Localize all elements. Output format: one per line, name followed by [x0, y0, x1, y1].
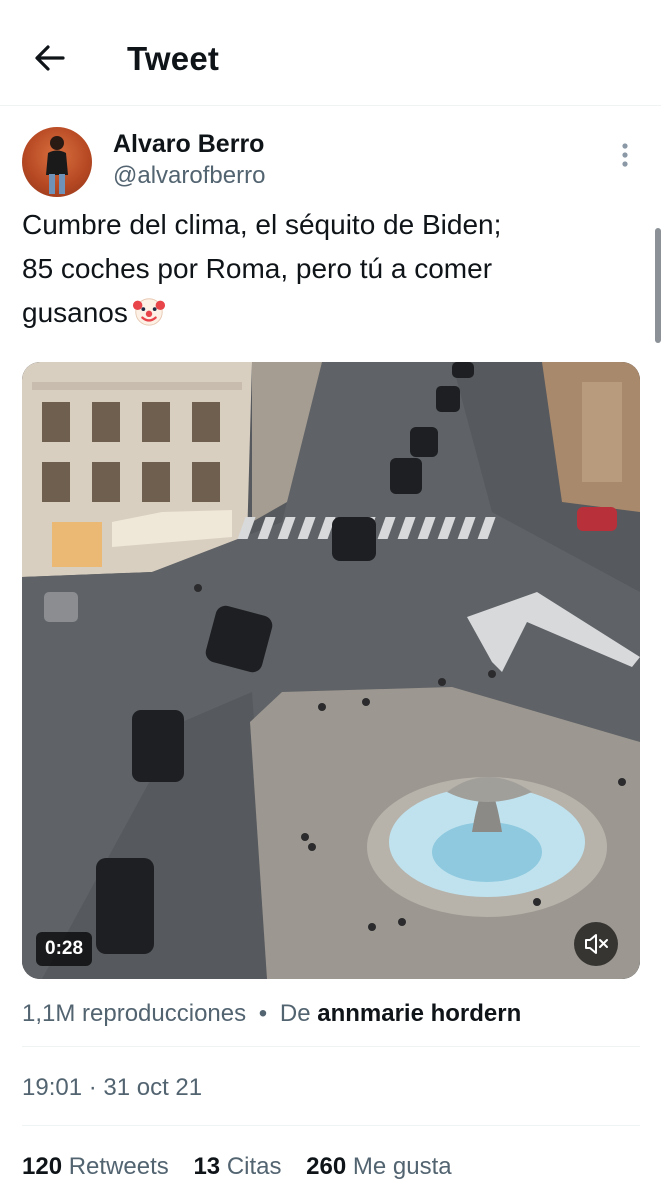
arrow-left-icon: [35, 45, 65, 71]
retweets-label: Retweets: [68, 1153, 169, 1180]
retweets-stat[interactable]: 120 Retweets: [22, 1153, 169, 1181]
avatar[interactable]: [22, 127, 92, 197]
video-frame: [22, 362, 640, 979]
clown-face-icon: [132, 298, 165, 326]
author-handle[interactable]: @alvarofberro: [113, 162, 265, 190]
quotes-label: Citas: [226, 1153, 282, 1180]
tweet-text: Cumbre del clima, el séquito de Biden; 8…: [22, 203, 642, 335]
tweet-text-word: gusanos: [22, 297, 128, 328]
quotes-count: 13: [193, 1153, 221, 1180]
video-duration: 0:28: [36, 932, 93, 966]
page-title: Tweet: [127, 40, 220, 77]
tweet-page: Tweet Alvaro Berro @alvarofberro Cumbre …: [0, 0, 661, 1200]
divider: [22, 1046, 640, 1047]
video-player[interactable]: 0:28: [22, 362, 640, 979]
retweets-count: 120: [22, 1153, 63, 1180]
separator-dot: •: [258, 1000, 268, 1027]
tweet-text-line: gusanos: [22, 291, 642, 335]
volume-muted-icon: [585, 934, 608, 954]
from-label: De: [279, 1000, 311, 1027]
engagement-stats: 120 Retweets 13 Citas 260 Me gusta: [22, 1153, 470, 1181]
mute-button[interactable]: [574, 922, 618, 966]
avatar-photo: [46, 136, 68, 194]
author-name[interactable]: Alvaro Berro: [113, 130, 264, 159]
tweet-text-line: Cumbre del clima, el séquito de Biden;: [22, 209, 502, 240]
more-options-button[interactable]: [612, 140, 638, 170]
view-count-row: 1,1M reproducciones • De annmarie horder…: [22, 1000, 521, 1028]
view-count: 1,1M reproducciones: [22, 1000, 247, 1027]
likes-label: Me gusta: [352, 1153, 452, 1180]
more-vertical-icon: [622, 143, 628, 167]
likes-stat[interactable]: 260 Me gusta: [306, 1153, 451, 1181]
source-user-link[interactable]: annmarie hordern: [317, 1000, 521, 1027]
divider: [22, 1125, 640, 1126]
tweet-timestamp[interactable]: 19:01 · 31 oct 21: [22, 1074, 202, 1102]
back-button[interactable]: [30, 38, 70, 78]
top-bar: Tweet: [0, 0, 661, 106]
quotes-stat[interactable]: 13 Citas: [193, 1153, 281, 1181]
tweet-text-line: 85 coches por Roma, pero tú a comer: [22, 253, 493, 284]
scrollbar[interactable]: [655, 228, 661, 343]
likes-count: 260: [306, 1153, 347, 1180]
